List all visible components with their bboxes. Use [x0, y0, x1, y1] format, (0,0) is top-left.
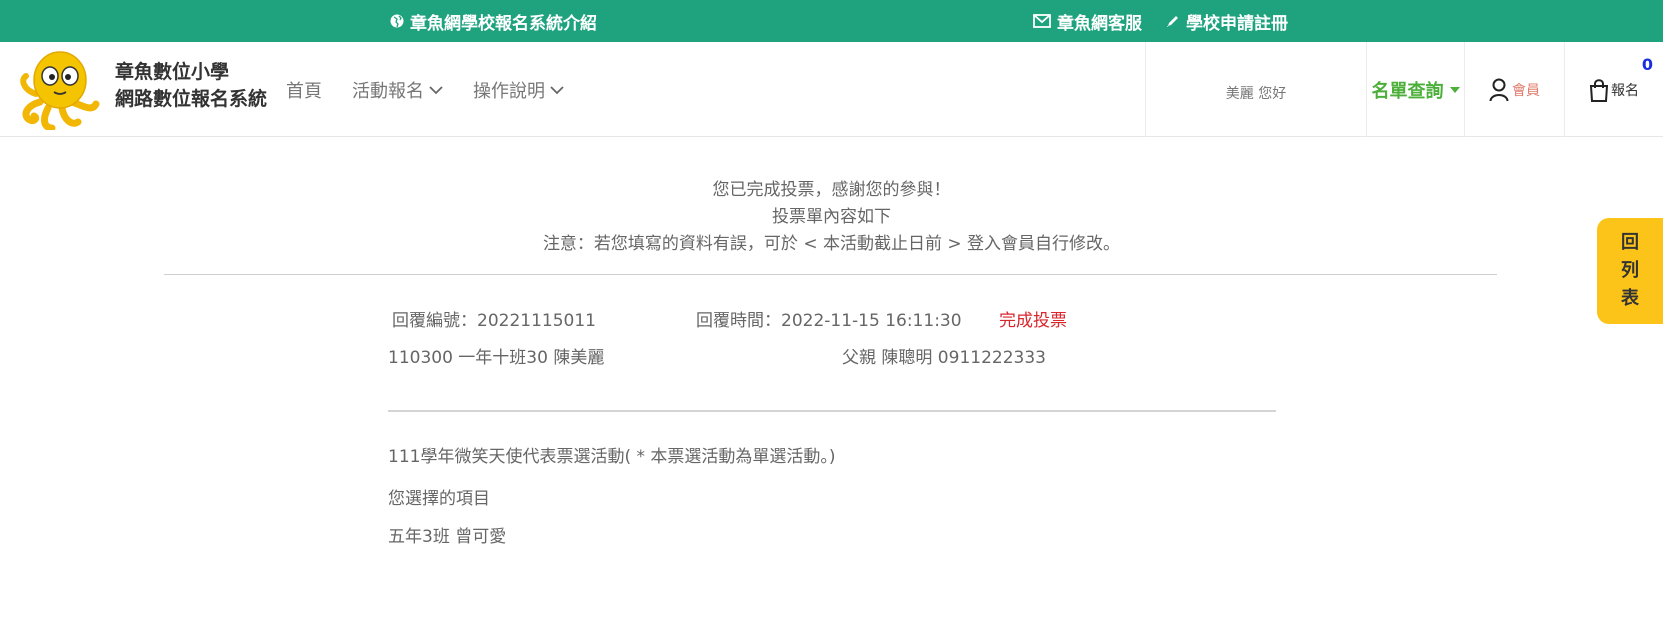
caret-down-icon — [1449, 86, 1460, 93]
globe-icon — [390, 14, 404, 28]
reply-time: 回覆時間：2022-11-15 16:11:30 — [696, 311, 962, 331]
back-to-list-char-2: 列 — [1621, 260, 1639, 281]
list-query-dropdown[interactable]: 名單查詢 — [1366, 42, 1464, 137]
system-intro-link[interactable]: 章魚網學校報名系統介紹 — [390, 0, 597, 42]
nav-activity-label: 活動報名 — [352, 80, 424, 102]
choice-label: 您選擇的項目 — [388, 489, 490, 509]
activity-title: 111學年微笑天使代表票選活動( * 本票選活動為單選活動。) — [388, 447, 836, 467]
student-info: 110300 一年十班30 陳美麗 — [388, 348, 605, 368]
signup-cart-button[interactable]: 報名 0 — [1564, 42, 1663, 137]
nav-guide[interactable]: 操作說明 — [473, 77, 564, 103]
edit-notice: 注意：若您填寫的資料有誤，可於 < 本活動截止日前 > 登入會員自行修改。 — [542, 234, 1121, 254]
user-greeting-text: 美麗 您好 — [1225, 85, 1287, 102]
brand-title[interactable]: 章魚數位小學 網路數位報名系統 — [115, 59, 267, 113]
cart-count-badge: 0 — [1641, 55, 1653, 74]
brand-line-1: 章魚數位小學 — [115, 61, 230, 83]
ballot-content-heading: 投票單內容如下 — [772, 207, 891, 227]
member-label: 會員 — [1512, 82, 1540, 99]
shopping-bag-icon — [1589, 78, 1609, 102]
site-header: 章魚數位小學 網路數位報名系統 首頁 活動報名 操作說明 美麗 您好 名單查詢 — [0, 42, 1663, 137]
list-query-label: 名單查詢 — [1371, 80, 1444, 102]
divider — [388, 410, 1276, 412]
envelope-icon — [1033, 14, 1051, 28]
chevron-down-icon — [550, 85, 564, 94]
pencil-icon — [1167, 16, 1178, 27]
school-register-label: 學校申請註冊 — [1186, 13, 1288, 34]
reply-number: 回覆編號：20221115011 — [392, 311, 596, 331]
nav-home-label: 首頁 — [286, 80, 322, 102]
top-bar: 章魚網學校報名系統介紹 章魚網客服 學校申請註冊 — [0, 0, 1663, 42]
divider — [164, 274, 1497, 275]
signup-label: 報名 — [1611, 82, 1639, 99]
user-icon — [1489, 78, 1509, 101]
school-register-link[interactable]: 學校申請註冊 — [1166, 0, 1288, 42]
main-nav: 首頁 活動報名 操作說明 — [286, 42, 564, 137]
back-to-list-button[interactable]: 回 列 表 — [1597, 218, 1663, 324]
completion-message: 您已完成投票，感謝您的參與！ — [712, 180, 951, 200]
customer-service-link[interactable]: 章魚網客服 — [1033, 0, 1142, 42]
octopus-logo[interactable] — [18, 50, 100, 130]
back-to-list-char-1: 回 — [1621, 232, 1639, 253]
user-greeting: 美麗 您好 — [1145, 42, 1366, 137]
choice-value: 五年3班 曾可愛 — [388, 527, 507, 547]
nav-activity[interactable]: 活動報名 — [352, 77, 443, 103]
chevron-down-icon — [429, 85, 443, 94]
vote-status: 完成投票 — [999, 311, 1067, 331]
customer-service-label: 章魚網客服 — [1057, 13, 1142, 34]
brand-line-2: 網路數位報名系統 — [115, 88, 268, 110]
back-to-list-char-3: 表 — [1621, 288, 1639, 309]
nav-home[interactable]: 首頁 — [286, 77, 322, 103]
parent-info: 父親 陳聰明 0911222333 — [842, 348, 1046, 368]
member-button[interactable]: 會員 — [1464, 42, 1564, 137]
nav-guide-label: 操作說明 — [473, 80, 545, 102]
system-intro-label: 章魚網學校報名系統介紹 — [410, 13, 597, 34]
